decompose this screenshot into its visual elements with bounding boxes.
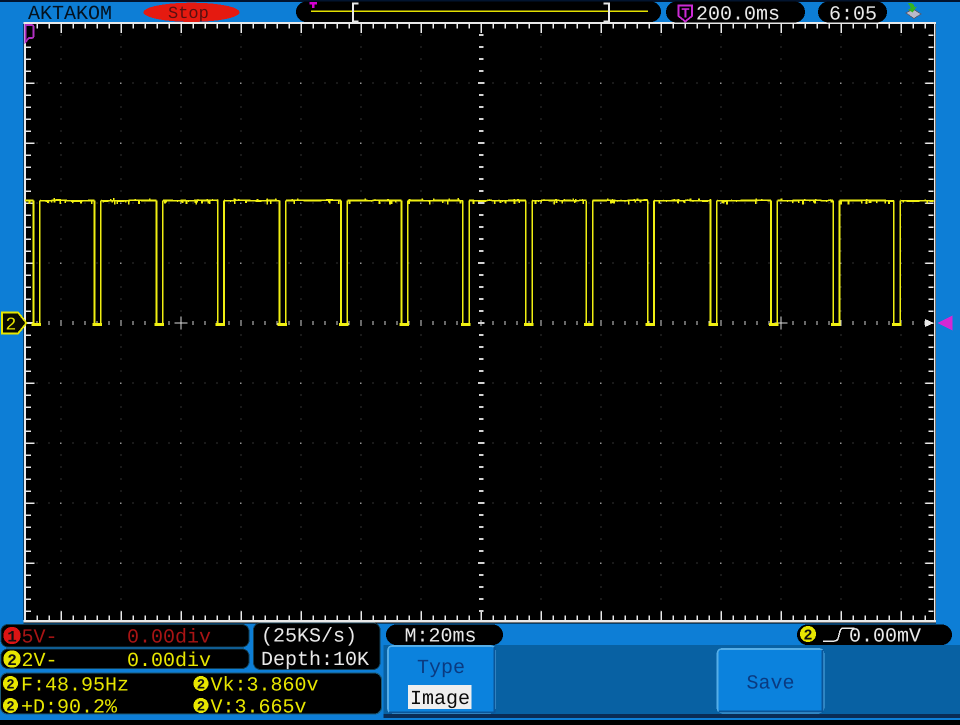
svg-text:2V-: 2V- xyxy=(22,650,58,673)
svg-text:2: 2 xyxy=(6,316,17,336)
svg-text:2: 2 xyxy=(6,678,14,694)
svg-text:0.00div: 0.00div xyxy=(127,626,211,649)
svg-text:Type: Type xyxy=(417,657,465,680)
svg-text:Depth:10K: Depth:10K xyxy=(261,649,369,672)
svg-text:2: 2 xyxy=(803,628,812,645)
svg-text:F:48.95Hz: F:48.95Hz xyxy=(21,674,129,697)
svg-text:2: 2 xyxy=(197,700,205,716)
svg-text:AKTAKOM: AKTAKOM xyxy=(28,3,112,26)
svg-text:0.00mV: 0.00mV xyxy=(849,625,921,648)
svg-text:Save: Save xyxy=(747,672,795,695)
svg-text:2: 2 xyxy=(7,652,17,670)
svg-text:2: 2 xyxy=(197,678,205,694)
svg-text:Vk:3.860v: Vk:3.860v xyxy=(211,674,319,697)
svg-text:+D:90.2%: +D:90.2% xyxy=(21,696,118,719)
svg-text:1: 1 xyxy=(7,628,17,646)
svg-text:V:3.665v: V:3.665v xyxy=(211,696,307,719)
svg-text:M:20ms: M:20ms xyxy=(405,625,477,648)
svg-text:0.00div: 0.00div xyxy=(127,650,211,673)
svg-text:200.0ms: 200.0ms xyxy=(696,3,780,26)
svg-text:5V-: 5V- xyxy=(22,626,58,649)
svg-text:(25KS/s): (25KS/s) xyxy=(261,625,357,648)
svg-text:2: 2 xyxy=(6,700,14,716)
svg-text:Image: Image xyxy=(410,688,470,711)
svg-text:T: T xyxy=(681,6,689,22)
svg-text:6:05: 6:05 xyxy=(829,3,877,26)
svg-text:Stop: Stop xyxy=(168,5,209,24)
